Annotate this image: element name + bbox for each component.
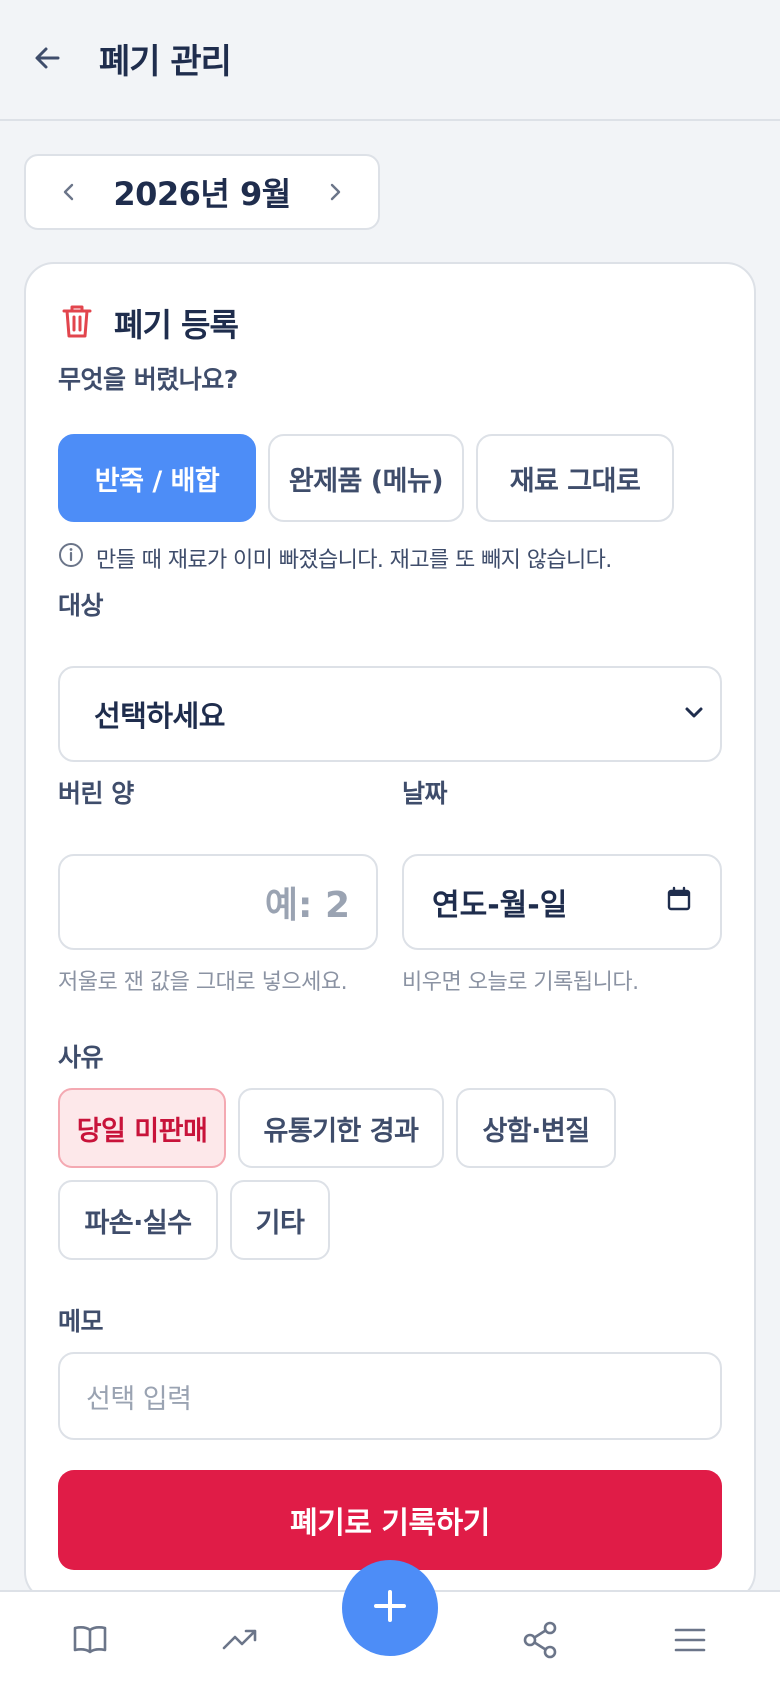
target-select[interactable]: 선택하세요 [58, 666, 722, 762]
date-hint: 비우면 오늘로 기록됩니다. [402, 970, 639, 995]
trending-up-icon[interactable] [216, 1616, 264, 1664]
date-placeholder: 연도-월-일 [432, 888, 568, 923]
qty-input[interactable]: 예: 2 [58, 854, 378, 950]
memo-placeholder: 선택 입력 [86, 1383, 192, 1415]
menu-icon[interactable] [666, 1616, 714, 1664]
target-select-value: 선택하세요 [94, 699, 225, 733]
month-label: 2026년 9월 [113, 175, 291, 213]
type-question-label: 무엇을 버렸나요? [58, 365, 238, 394]
reason-label: 사유 [58, 1043, 104, 1072]
share-icon[interactable] [516, 1616, 564, 1664]
plus-icon [370, 1586, 410, 1630]
card-title: 폐기 등록 [114, 306, 239, 344]
qty-hint: 저울로 잰 값을 그대로 넣으세요. [58, 970, 348, 995]
memo-label: 메모 [58, 1307, 104, 1336]
date-input[interactable]: 연도-월-일 [402, 854, 722, 950]
chevron-down-icon [682, 697, 706, 731]
submit-button[interactable]: 폐기로 기록하기 [58, 1470, 722, 1570]
target-label: 대상 [58, 591, 104, 620]
chevron-left-icon[interactable] [52, 175, 86, 209]
reason-damaged[interactable]: 파손·실수 [58, 1180, 218, 1260]
reason-expired[interactable]: 유통기한 경과 [238, 1088, 444, 1168]
trash-icon [58, 302, 96, 344]
reason-spoiled[interactable]: 상함·변질 [456, 1088, 616, 1168]
book-icon[interactable] [66, 1616, 114, 1664]
month-navigator: 2026년 9월 [24, 154, 380, 230]
info-text: 만들 때 재료가 이미 빠졌습니다. 재고를 또 빼지 않습니다. [96, 548, 612, 573]
date-label: 날짜 [402, 779, 448, 808]
type-option-raw-ingredient[interactable]: 재료 그대로 [476, 434, 674, 522]
info-icon [58, 542, 84, 574]
arrow-left-icon[interactable] [28, 38, 68, 78]
type-option-finished-product[interactable]: 완제품 (메뉴) [268, 434, 464, 522]
qty-label: 버린 양 [58, 779, 134, 808]
qty-placeholder: 예: 2 [264, 885, 350, 926]
waste-form-card: 폐기 등록 무엇을 버렸나요? 반죽 / 배합 완제품 (메뉴) 재료 그대로 … [24, 262, 756, 1602]
reason-unsold[interactable]: 당일 미판매 [58, 1088, 226, 1168]
add-fab-button[interactable] [342, 1560, 438, 1656]
memo-input[interactable]: 선택 입력 [58, 1352, 722, 1440]
type-option-batter[interactable]: 반죽 / 배합 [58, 434, 256, 522]
page-title: 폐기 관리 [99, 42, 232, 82]
card-header: 폐기 등록 [58, 300, 239, 346]
reason-other[interactable]: 기타 [230, 1180, 330, 1260]
calendar-icon[interactable] [666, 885, 692, 920]
type-info: 만들 때 재료가 이미 빠졌습니다. 재고를 또 빼지 않습니다. [58, 542, 612, 574]
app-header: 폐기 관리 [0, 0, 780, 121]
chevron-right-icon[interactable] [318, 175, 352, 209]
